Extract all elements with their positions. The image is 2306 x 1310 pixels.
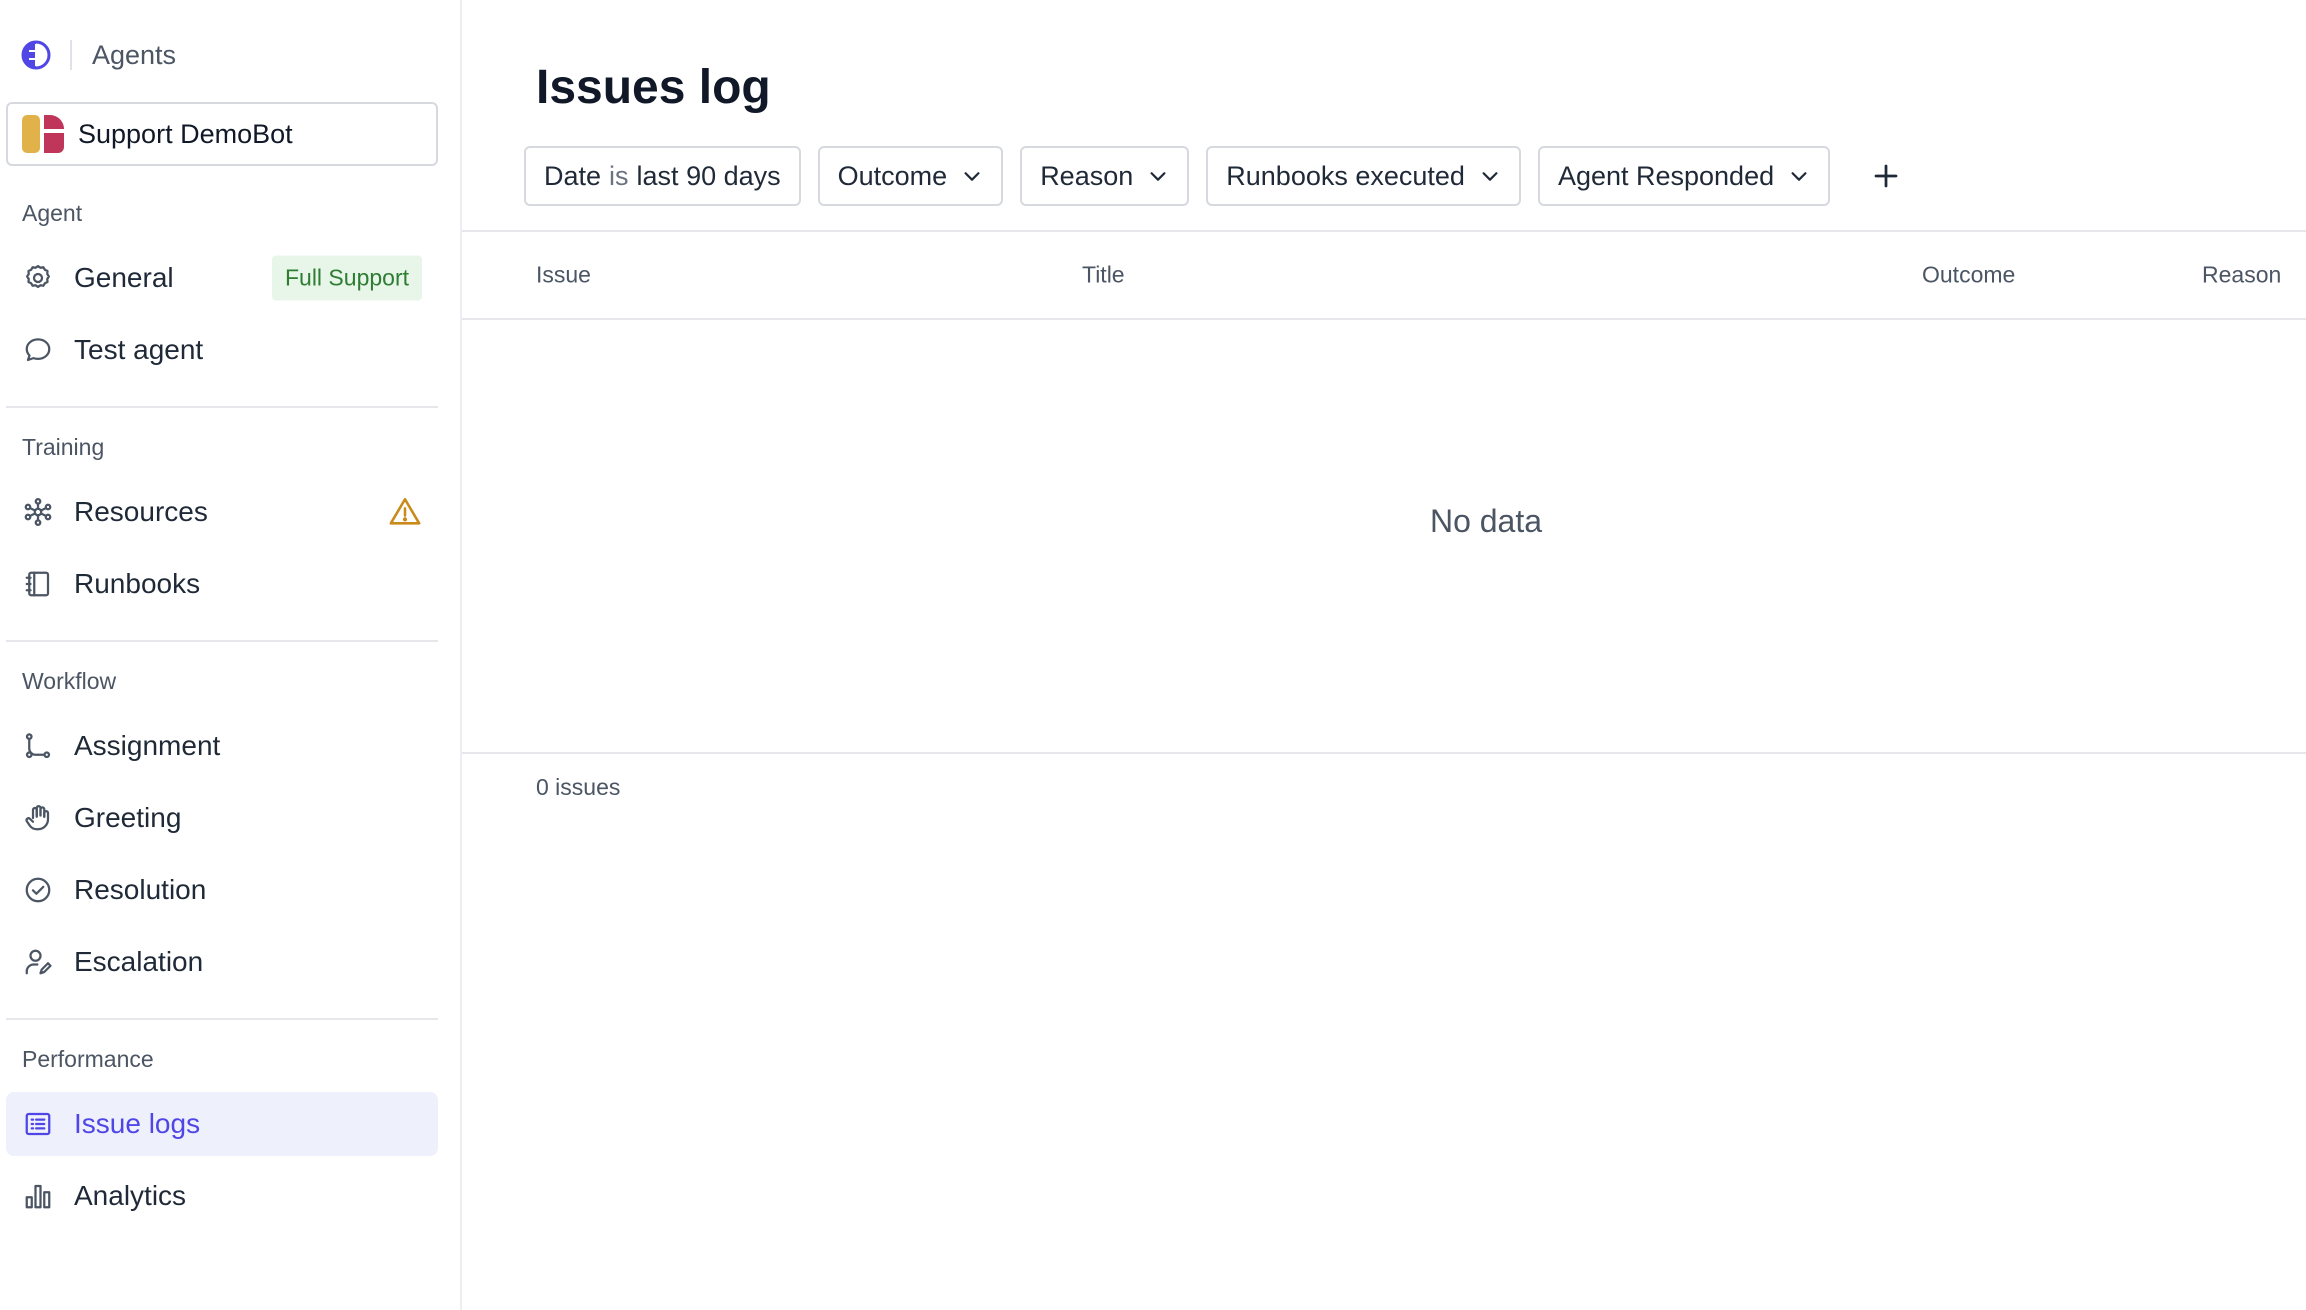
full-support-badge: Full Support [271, 255, 422, 301]
warning-icon [388, 495, 422, 529]
issue-count: 0 issues [536, 774, 621, 800]
date-filter-operator: is [609, 160, 629, 191]
resources-trail [388, 495, 422, 529]
chevron-down-icon [1147, 165, 1169, 187]
sidebar-item-label: Issue logs [74, 1108, 201, 1139]
section-label-agent: Agent [22, 200, 83, 226]
general-trail: Full Support [271, 255, 422, 301]
add-filter-button[interactable] [1861, 151, 1911, 201]
section-label-training: Training [22, 434, 105, 460]
sidebar-item-issue-logs[interactable]: Issue logs [6, 1092, 438, 1156]
column-header-issue[interactable]: Issue [536, 262, 591, 289]
section-label-performance: Performance [22, 1046, 154, 1072]
bot-logo-icon [22, 113, 64, 155]
agents-logo-icon[interactable] [20, 39, 52, 71]
app-root: Agents Support DemoBot Agent General Ful… [0, 0, 2306, 1310]
header-separator [70, 40, 72, 70]
runbooks-executed-filter[interactable]: Runbooks executed [1206, 146, 1521, 206]
column-header-title[interactable]: Title [1082, 262, 1125, 289]
date-filter-value: last 90 days [636, 160, 781, 191]
sidebar-item-label: Resources [74, 496, 208, 527]
column-header-reason[interactable]: Reason [2202, 262, 2281, 289]
main-content: Issues log Date is last 90 days Outcome … [462, 0, 2306, 1310]
chevron-down-icon [1479, 165, 1501, 187]
bot-selector[interactable]: Support DemoBot [6, 102, 438, 166]
runbooks-filter-label: Runbooks executed [1226, 160, 1465, 191]
sidebar-item-label: Runbooks [74, 568, 201, 599]
user-edit-icon [22, 946, 54, 978]
sidebar-divider [6, 1018, 438, 1020]
sidebar-item-resolution[interactable]: Resolution [6, 858, 438, 922]
reason-filter-label: Reason [1040, 160, 1134, 191]
sidebar-divider [6, 406, 438, 408]
gear-icon [22, 262, 54, 294]
chat-bubble-icon [22, 334, 54, 366]
no-data-text: No data [1429, 502, 1543, 539]
agent-responded-filter[interactable]: Agent Responded [1537, 146, 1831, 206]
date-filter[interactable]: Date is last 90 days [524, 146, 801, 206]
agent-responded-filter-label: Agent Responded [1557, 160, 1775, 191]
sidebar-item-label: Test agent [74, 334, 204, 365]
sidebar-item-label: Assignment [74, 730, 221, 761]
sidebar-item-label: Escalation [74, 946, 204, 977]
sidebar-item-label: Greeting [74, 802, 182, 833]
route-icon [22, 730, 54, 762]
agents-title[interactable]: Agents [92, 40, 176, 71]
sidebar-item-label: Resolution [74, 874, 207, 905]
chevron-down-icon [961, 165, 983, 187]
list-icon [22, 1108, 54, 1140]
sidebar-item-test-agent[interactable]: Test agent [6, 318, 438, 382]
section-label-workflow: Workflow [22, 668, 117, 694]
sidebar-item-analytics[interactable]: Analytics [6, 1164, 438, 1228]
network-icon [22, 496, 54, 528]
bar-chart-icon [22, 1180, 54, 1212]
sidebar-item-label: General [74, 262, 174, 293]
hand-icon [22, 802, 54, 834]
outcome-filter-label: Outcome [837, 160, 948, 191]
sidebar-divider [6, 640, 438, 642]
sidebar-item-label: Analytics [74, 1180, 187, 1211]
table-header: Issue Title Outcome Reason [462, 230, 2306, 320]
sidebar-item-runbooks[interactable]: Runbooks [6, 552, 438, 616]
check-circle-icon [22, 874, 54, 906]
empty-state: No data [462, 320, 2306, 754]
sidebar-item-resources[interactable]: Resources [6, 480, 438, 544]
date-filter-field: Date [544, 160, 602, 191]
sidebar-item-assignment[interactable]: Assignment [6, 714, 438, 778]
outcome-filter[interactable]: Outcome [817, 146, 1004, 206]
sidebar-item-greeting[interactable]: Greeting [6, 786, 438, 850]
reason-filter[interactable]: Reason [1020, 146, 1190, 206]
sidebar-item-escalation[interactable]: Escalation [6, 930, 438, 994]
bot-name: Support DemoBot [78, 118, 293, 149]
column-header-outcome[interactable]: Outcome [1922, 262, 2015, 289]
page-title: Issues log [536, 61, 771, 114]
notebook-icon [22, 568, 54, 600]
chevron-down-icon [1788, 165, 1810, 187]
plus-icon [1874, 164, 1898, 188]
sidebar: Agents Support DemoBot Agent General Ful… [0, 0, 462, 1310]
filter-bar: Date is last 90 days Outcome Reason Runb… [524, 146, 1911, 206]
sidebar-header: Agents [20, 30, 176, 80]
sidebar-item-general[interactable]: General Full Support [6, 246, 438, 310]
